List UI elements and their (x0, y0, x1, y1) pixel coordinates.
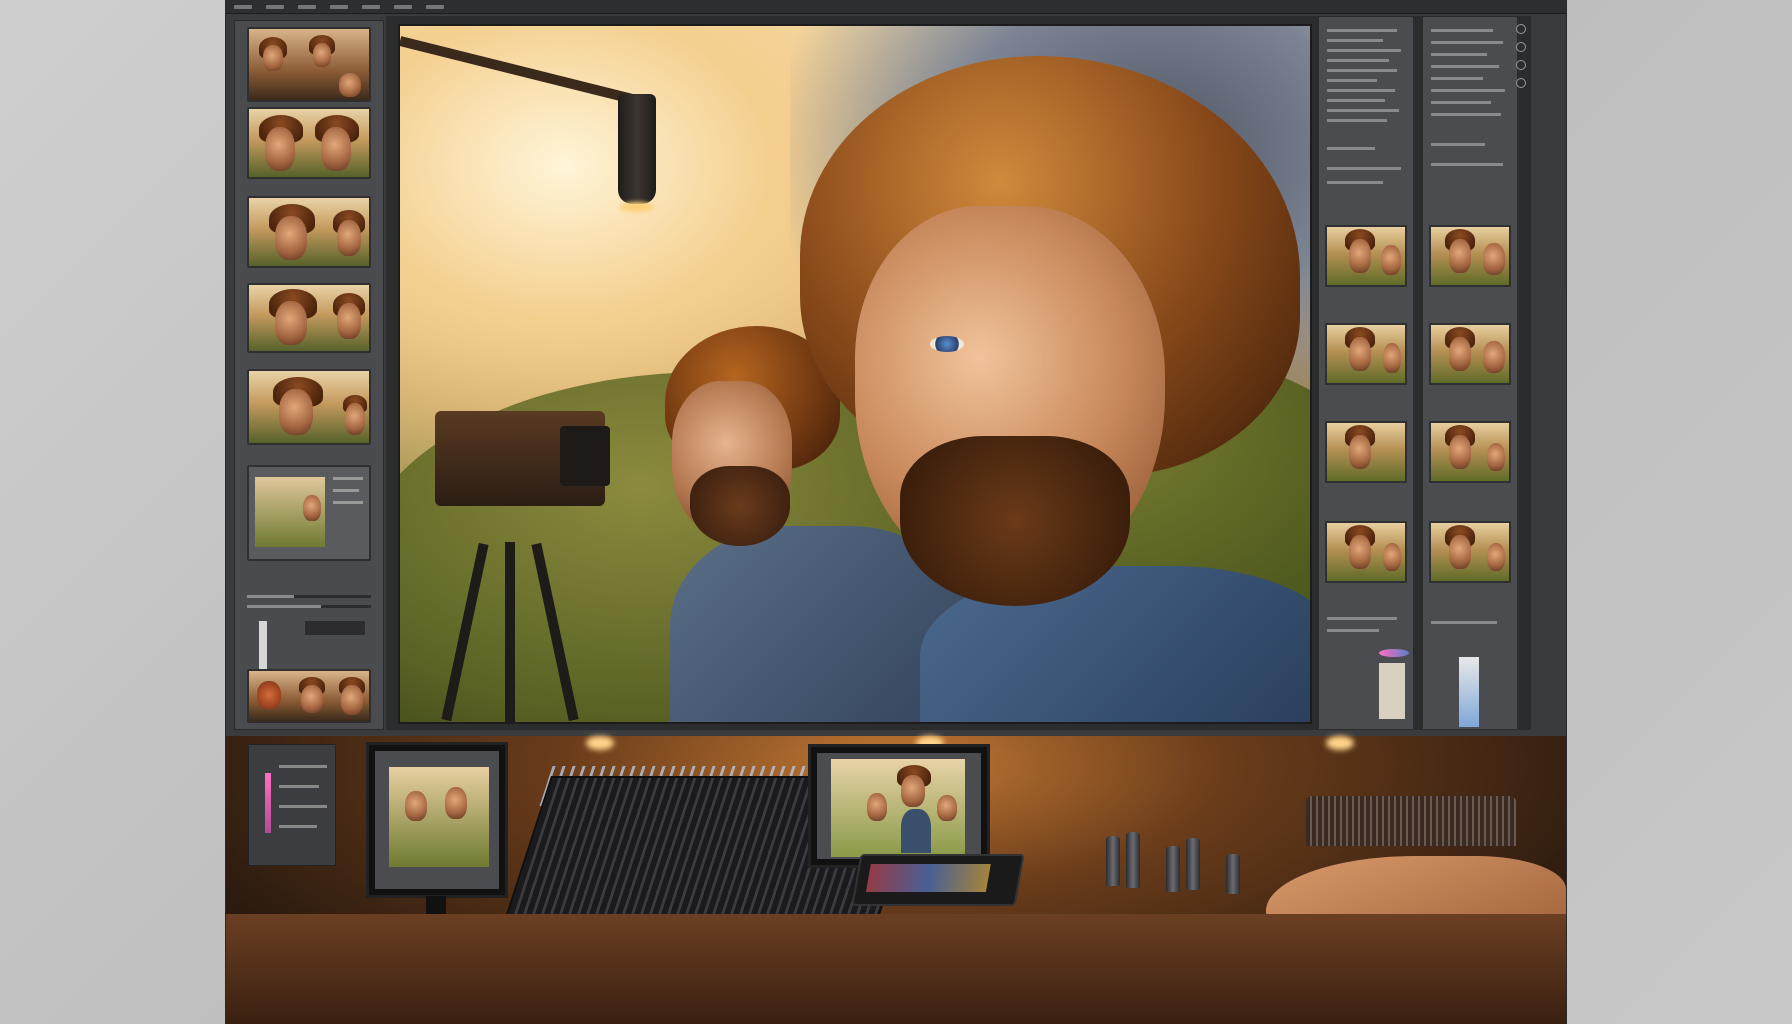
thumbnail[interactable] (1325, 225, 1407, 287)
thumbnail[interactable] (247, 669, 371, 723)
adjustment-slider[interactable] (247, 605, 371, 608)
thumbnail[interactable] (1429, 421, 1511, 483)
main-image[interactable] (398, 24, 1312, 724)
menu-item[interactable] (362, 4, 380, 9)
thumbnail[interactable] (1429, 323, 1511, 385)
left-monitor (366, 742, 508, 898)
thumbnail[interactable] (247, 196, 371, 268)
grid-icon[interactable] (1516, 60, 1526, 70)
thumbnail[interactable] (247, 107, 371, 179)
menu-item[interactable] (426, 4, 444, 9)
tablet[interactable] (851, 854, 1025, 906)
menu-item[interactable] (266, 4, 284, 9)
main-canvas-area (386, 16, 1531, 730)
circle-tool-icon[interactable] (1516, 42, 1526, 52)
equipment-rack (1306, 796, 1516, 846)
center-monitor (808, 744, 990, 868)
menu-item[interactable] (298, 4, 316, 9)
histogram-strip (305, 621, 365, 635)
thumbnail[interactable] (1325, 323, 1407, 385)
workshop-scene (226, 736, 1566, 1024)
layer-preview[interactable] (1379, 663, 1405, 719)
level-indicator[interactable] (259, 621, 267, 669)
color-swatch[interactable] (1379, 649, 1409, 657)
photo-editor-window (226, 0, 1566, 1024)
menu-item[interactable] (394, 4, 412, 9)
tool-icons (1516, 24, 1528, 96)
menu-item[interactable] (330, 4, 348, 9)
layers-panel (1422, 16, 1518, 730)
thumbnail[interactable] (1325, 521, 1407, 583)
thumbnail[interactable] (1429, 521, 1511, 583)
filmstrip-panel (234, 20, 384, 730)
circle-tool-icon[interactable] (1516, 78, 1526, 88)
thumbnail[interactable] (247, 283, 371, 353)
adjustments-panel (1318, 16, 1414, 730)
menu-item[interactable] (234, 4, 252, 9)
thumbnail[interactable] (247, 369, 371, 445)
navigator-preview[interactable] (247, 465, 371, 561)
thumbnail[interactable] (1325, 421, 1407, 483)
thumbnail[interactable] (1429, 225, 1511, 287)
layer-preview[interactable] (1459, 657, 1479, 727)
thumbnail[interactable] (247, 27, 371, 102)
adjustment-slider[interactable] (247, 595, 371, 598)
scroll-icon[interactable] (1516, 24, 1526, 34)
mini-layers-panel (248, 744, 336, 866)
menu-bar (226, 0, 1566, 14)
work-bench (226, 914, 1566, 1024)
